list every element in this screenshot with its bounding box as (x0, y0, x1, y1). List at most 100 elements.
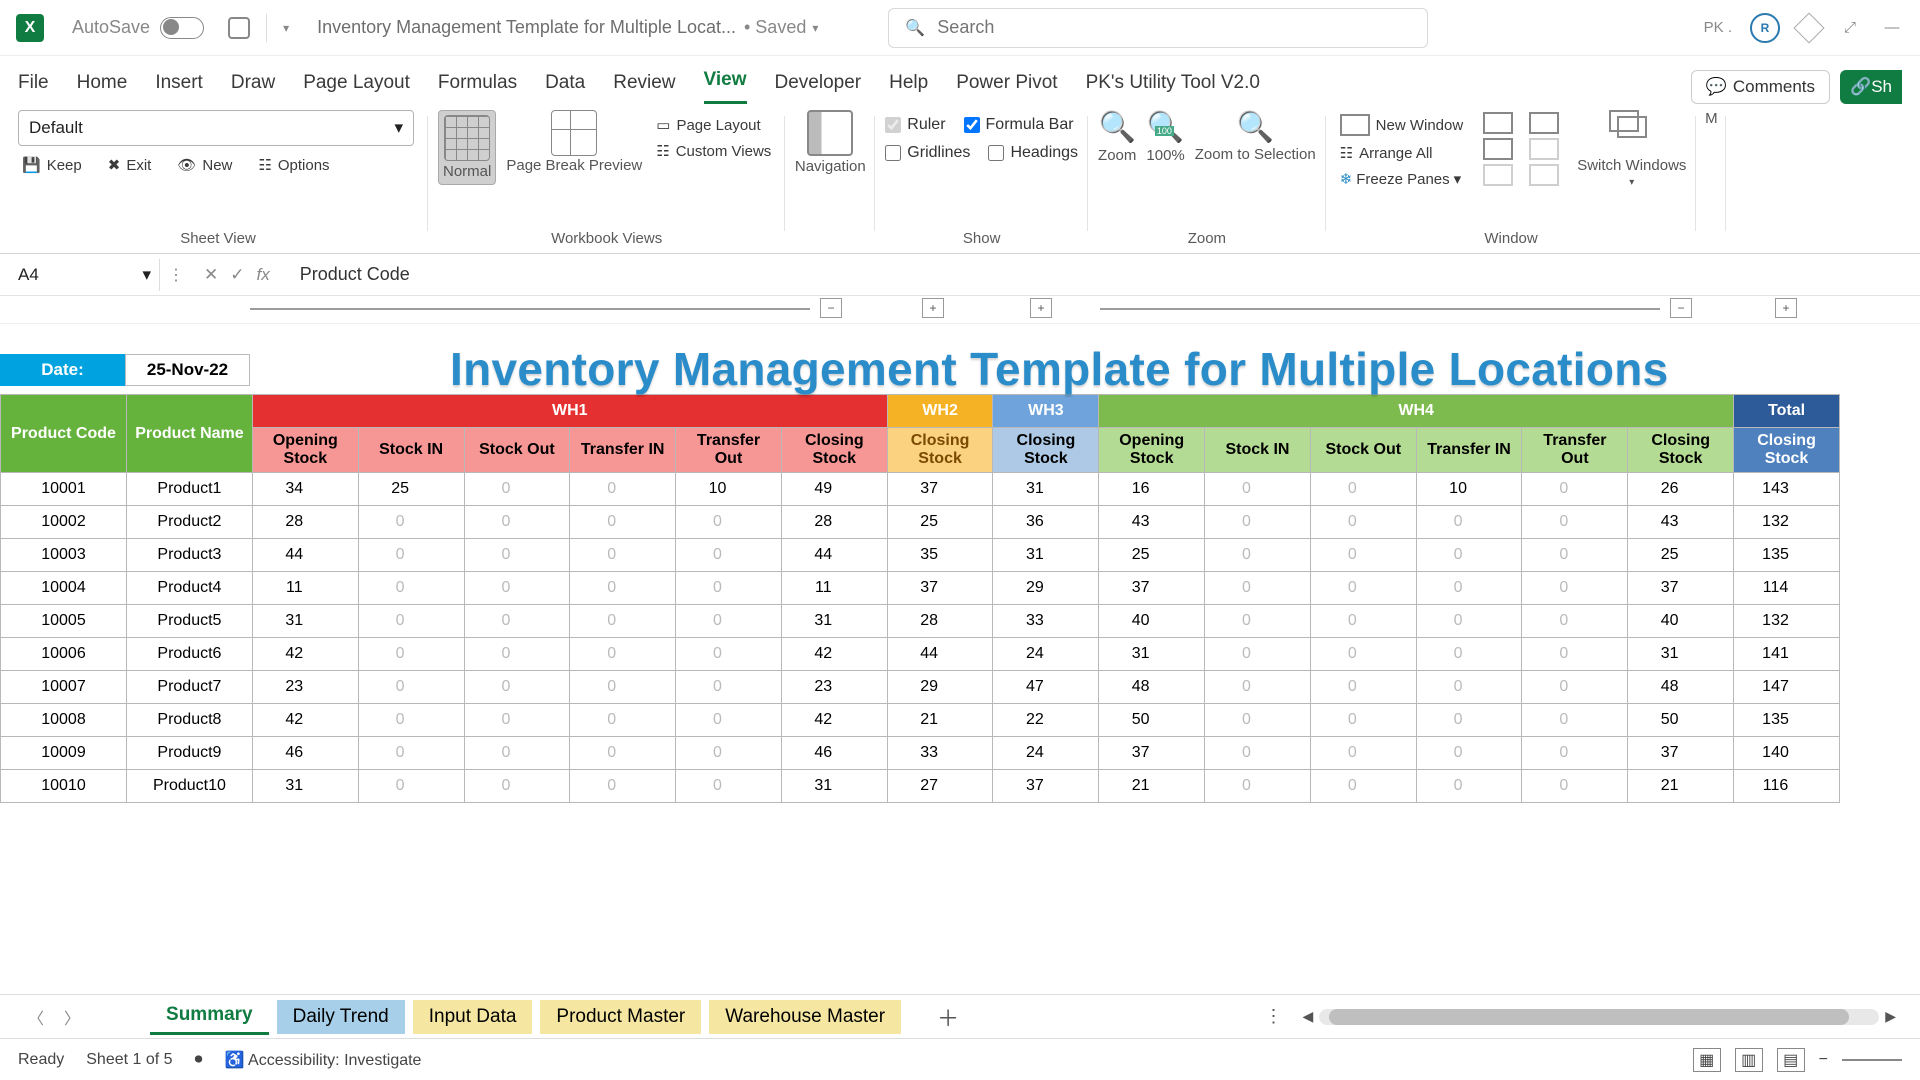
cell[interactable]: 10010 (1, 770, 127, 803)
cell[interactable]: Product7 (126, 671, 252, 704)
cell[interactable]: 46 (252, 737, 358, 770)
cell[interactable]: 0 (1205, 770, 1311, 803)
sheet-tab-input[interactable]: Input Data (413, 1000, 533, 1034)
navigation-button[interactable]: Navigation (795, 110, 866, 175)
cell[interactable]: 21 (1099, 770, 1205, 803)
cell[interactable]: 0 (570, 770, 676, 803)
cell[interactable]: 40 (1628, 605, 1734, 638)
cell[interactable]: 0 (464, 572, 570, 605)
cell[interactable]: 21 (1628, 770, 1734, 803)
cell[interactable]: 10002 (1, 506, 127, 539)
cell[interactable]: 0 (1310, 605, 1416, 638)
cell[interactable]: 0 (676, 704, 782, 737)
hide-icon[interactable] (1483, 138, 1513, 160)
view-page-break-icon[interactable]: ▤ (1777, 1048, 1805, 1072)
cell[interactable]: Product5 (126, 605, 252, 638)
cell[interactable]: 31 (1099, 638, 1205, 671)
cell[interactable]: 0 (1310, 638, 1416, 671)
cell[interactable]: 0 (570, 539, 676, 572)
tab-page-layout[interactable]: Page Layout (303, 72, 410, 104)
sheet-tab-product[interactable]: Product Master (540, 1000, 701, 1034)
arrange-all-button[interactable]: ☷ Arrange All (1336, 142, 1468, 164)
zoom-out-icon[interactable]: − (1819, 1051, 1828, 1069)
cell[interactable]: 28 (252, 506, 358, 539)
table-row[interactable]: 10008Product842000042212250000050135 (1, 704, 1840, 737)
tab-view[interactable]: View (704, 69, 747, 104)
outline-expand-button[interactable]: + (922, 298, 944, 318)
cell[interactable]: 0 (1205, 671, 1311, 704)
cell[interactable]: 0 (358, 605, 464, 638)
cell[interactable]: 0 (570, 737, 676, 770)
cell[interactable]: 23 (781, 671, 887, 704)
macros-button[interactable]: M (1705, 110, 1718, 127)
minimize-icon[interactable]: — (1880, 16, 1904, 40)
zoom-100-button[interactable]: 🔍100100% (1146, 110, 1184, 164)
cell[interactable]: 0 (1205, 539, 1311, 572)
cell[interactable]: 37 (887, 572, 993, 605)
cell[interactable]: 0 (1416, 704, 1522, 737)
cell[interactable]: 28 (781, 506, 887, 539)
cell[interactable]: 0 (1310, 770, 1416, 803)
sheet-nav-prev[interactable]: 〈 (18, 1005, 54, 1029)
hscroll-left[interactable]: ◀ (1296, 1008, 1319, 1025)
search-input[interactable] (937, 17, 1411, 38)
cell[interactable]: Product10 (126, 770, 252, 803)
cell[interactable]: 31 (1628, 638, 1734, 671)
cell[interactable]: 0 (1416, 770, 1522, 803)
formula-input[interactable]: Product Code (282, 264, 410, 285)
table-row[interactable]: 10002Product228000028253643000043132 (1, 506, 1840, 539)
cell[interactable]: 28 (887, 605, 993, 638)
cell[interactable]: 0 (1205, 704, 1311, 737)
tab-home[interactable]: Home (77, 72, 128, 104)
custom-views-button[interactable]: ☷ Custom Views (652, 140, 775, 162)
cell[interactable]: 10003 (1, 539, 127, 572)
cell[interactable]: Product1 (126, 473, 252, 506)
switch-windows-button[interactable]: Switch Windows ▾ (1577, 110, 1686, 188)
cell[interactable]: 0 (464, 737, 570, 770)
cell[interactable]: 0 (358, 737, 464, 770)
cell[interactable]: 40 (1099, 605, 1205, 638)
cell[interactable]: 31 (781, 770, 887, 803)
cell[interactable]: 31 (993, 473, 1099, 506)
cell[interactable]: 0 (570, 638, 676, 671)
cell[interactable]: 0 (358, 539, 464, 572)
cell[interactable]: 31 (781, 605, 887, 638)
outline-expand-button[interactable]: + (1030, 298, 1052, 318)
cell[interactable]: 35 (887, 539, 993, 572)
cell[interactable]: Product3 (126, 539, 252, 572)
unhide-icon[interactable] (1483, 164, 1513, 186)
outline-collapse-button[interactable]: − (1670, 298, 1692, 318)
cell[interactable]: 0 (1522, 539, 1628, 572)
cell[interactable]: 33 (887, 737, 993, 770)
tab-developer[interactable]: Developer (775, 72, 862, 104)
cell[interactable]: 25 (1099, 539, 1205, 572)
cell[interactable]: 0 (676, 539, 782, 572)
user-avatar-icon[interactable]: R (1750, 13, 1780, 43)
cell[interactable]: 11 (781, 572, 887, 605)
cell[interactable]: 0 (464, 506, 570, 539)
cell[interactable]: 42 (781, 638, 887, 671)
normal-button[interactable]: Normal (438, 110, 496, 185)
cell[interactable]: 44 (887, 638, 993, 671)
cell[interactable]: 47 (993, 671, 1099, 704)
cell[interactable]: 37 (887, 473, 993, 506)
cell[interactable]: 44 (781, 539, 887, 572)
sheet-tab-warehouse[interactable]: Warehouse Master (709, 1000, 901, 1034)
fx-icon[interactable]: fx (257, 265, 270, 285)
cell[interactable]: 0 (1416, 506, 1522, 539)
share-button[interactable]: 🔗 Sh (1840, 70, 1902, 104)
cell[interactable]: 42 (252, 638, 358, 671)
hscroll-right[interactable]: ▶ (1879, 1008, 1902, 1025)
cell[interactable]: 29 (887, 671, 993, 704)
headings-checkbox[interactable]: Headings (988, 142, 1078, 164)
cell[interactable]: 21 (887, 704, 993, 737)
zoom-slider[interactable] (1842, 1059, 1902, 1061)
sync-scroll-icon[interactable] (1529, 138, 1559, 160)
cell[interactable]: 0 (676, 506, 782, 539)
gridlines-checkbox[interactable]: Gridlines (885, 142, 970, 164)
cell[interactable]: 37 (993, 770, 1099, 803)
title-chevron-icon[interactable]: ▾ (812, 21, 818, 35)
view-page-layout-icon[interactable]: ▥ (1735, 1048, 1763, 1072)
search-box[interactable]: 🔍 (888, 8, 1428, 48)
table-row[interactable]: 10004Product411000011372937000037114 (1, 572, 1840, 605)
